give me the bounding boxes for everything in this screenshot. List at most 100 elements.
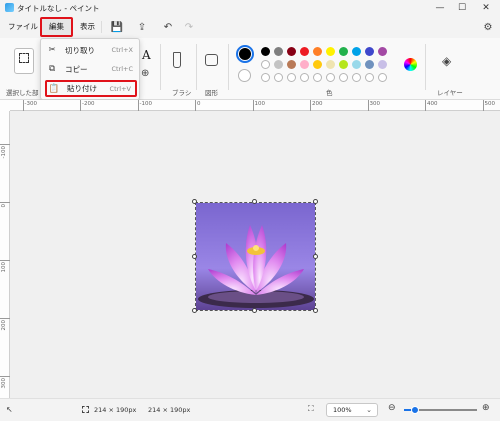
title-bar: タイトルなし - ペイント — ☐ ✕ (0, 0, 500, 16)
selection-group-label: 選択した部 (6, 89, 39, 97)
edit-dropdown-menu: ✂ 切り取り Ctrl+X ⧉ コピー Ctrl+C 📋 貼り付け Ctrl+V (40, 38, 140, 100)
ruler-tick-label: -100 (1, 146, 7, 159)
vertical-ruler: -100 0 100 200 300 (0, 111, 10, 398)
share-icon[interactable]: ⇪ (135, 20, 149, 34)
custom-color-slot[interactable] (313, 73, 322, 82)
resize-handle-b[interactable] (252, 308, 257, 313)
menu-item-copy[interactable]: ⧉ コピー Ctrl+C (45, 62, 137, 76)
color-swatch[interactable] (352, 47, 361, 56)
undo-icon[interactable]: ↶ (161, 20, 175, 34)
selection-size: 214 × 190px (94, 406, 137, 414)
ruler-tick-label: -200 (82, 101, 95, 107)
color-swatch[interactable] (339, 60, 348, 69)
menu-edit[interactable]: 編集 (40, 17, 73, 37)
text-tool-icon[interactable]: A (142, 48, 151, 62)
menu-item-copy-label: コピー (65, 64, 88, 74)
color-swatch[interactable] (378, 47, 387, 56)
image-size: 214 × 190px (148, 406, 191, 414)
ruler-corner (0, 100, 10, 111)
color-swatch[interactable] (261, 60, 270, 69)
custom-color-slot[interactable] (300, 73, 309, 82)
ruler-tick-label: 500 (484, 101, 496, 107)
ruler-tick (137, 100, 139, 111)
brush-group-label: ブラシ (172, 89, 192, 97)
custom-color-slot[interactable] (339, 73, 348, 82)
resize-handle-br[interactable] (313, 308, 318, 313)
color-swatch[interactable] (365, 60, 374, 69)
custom-color-slot[interactable] (352, 73, 361, 82)
fit-to-window-icon[interactable]: ⛶ (308, 404, 314, 414)
ruler-tick-label: 200 (1, 320, 7, 331)
layers-icon[interactable]: ◈ (442, 54, 451, 68)
color-group-label: 色 (326, 89, 333, 97)
brush-icon[interactable] (173, 52, 181, 68)
color-swatch[interactable] (313, 60, 322, 69)
ruler-tick (0, 318, 10, 319)
resize-handle-bl[interactable] (192, 308, 197, 313)
resize-handle-l[interactable] (192, 254, 197, 259)
menu-item-cut[interactable]: ✂ 切り取り Ctrl+X (45, 43, 137, 57)
zoom-in-icon[interactable]: ⊕ (482, 403, 490, 413)
menu-file[interactable]: ファイル (8, 21, 38, 33)
color-swatch[interactable] (287, 60, 296, 69)
custom-color-slot[interactable] (326, 73, 335, 82)
ribbon-separator (196, 44, 197, 90)
custom-color-slot[interactable] (378, 73, 387, 82)
resize-handle-tr[interactable] (313, 199, 318, 204)
color-swatch[interactable] (274, 47, 283, 56)
selection-tool[interactable] (14, 48, 34, 74)
primary-color-slot[interactable] (236, 45, 254, 63)
resize-handle-r[interactable] (313, 254, 318, 259)
color-swatch[interactable] (378, 60, 387, 69)
zoom-slider-thumb[interactable] (411, 406, 419, 414)
ruler-tick-label: -100 (139, 101, 152, 107)
color-swatch[interactable] (300, 60, 309, 69)
custom-color-slot[interactable] (365, 73, 374, 82)
color-swatch[interactable] (326, 60, 335, 69)
ruler-tick-label: 400 (427, 101, 438, 107)
ruler-tick (80, 100, 81, 111)
ruler-tick-label: 100 (1, 262, 7, 273)
color-wheel-icon[interactable] (404, 58, 417, 71)
menu-item-paste[interactable]: 📋 貼り付け Ctrl+V (45, 80, 137, 97)
menu-item-cut-shortcut: Ctrl+X (111, 46, 133, 54)
chevron-down-icon: ⌄ (366, 406, 372, 414)
resize-handle-tl[interactable] (192, 199, 197, 204)
zoom-out-icon[interactable]: ⊖ (388, 403, 396, 413)
copy-icon: ⧉ (48, 64, 56, 74)
zoom-select[interactable]: 100% ⌄ (326, 403, 378, 417)
color-swatch[interactable] (274, 60, 283, 69)
color-swatch[interactable] (300, 47, 309, 56)
save-icon[interactable]: 💾 (110, 20, 124, 34)
ruler-tick-label: 100 (254, 101, 266, 107)
lotus-flower-picture (196, 203, 315, 310)
secondary-color-swatch[interactable] (238, 69, 251, 82)
menu-item-cut-label: 切り取り (65, 45, 95, 55)
redo-icon[interactable]: ↷ (182, 20, 196, 34)
color-swatch[interactable] (287, 47, 296, 56)
menu-item-copy-shortcut: Ctrl+C (111, 65, 133, 73)
maximize-button[interactable]: ☐ (450, 0, 474, 16)
ruler-tick (252, 100, 254, 111)
color-swatch[interactable] (261, 47, 270, 56)
color-swatch[interactable] (352, 60, 361, 69)
menu-item-paste-label: 貼り付け (67, 84, 97, 93)
custom-color-slot[interactable] (261, 73, 270, 82)
resize-handle-t[interactable] (252, 199, 257, 204)
shapes-icon[interactable] (205, 54, 218, 66)
pasted-lotus-image[interactable] (195, 202, 316, 311)
minimize-button[interactable]: — (428, 0, 452, 16)
close-button[interactable]: ✕ (474, 0, 498, 16)
color-swatch[interactable] (313, 47, 322, 56)
color-swatch[interactable] (326, 47, 335, 56)
settings-gear-icon[interactable]: ⚙ (481, 20, 495, 34)
ruler-tick-label: 300 (1, 378, 7, 389)
menu-view[interactable]: 表示 (80, 21, 95, 33)
custom-color-slot[interactable] (287, 73, 296, 82)
zoom-value: 100% (333, 406, 352, 414)
custom-color-slot[interactable] (274, 73, 283, 82)
magnifier-icon[interactable]: ⊕ (141, 68, 149, 79)
status-bar: ↖ 214 × 190px 214 × 190px ⛶ 100% ⌄ ⊖ ⊕ (0, 398, 500, 421)
color-swatch[interactable] (365, 47, 374, 56)
color-swatch[interactable] (339, 47, 348, 56)
